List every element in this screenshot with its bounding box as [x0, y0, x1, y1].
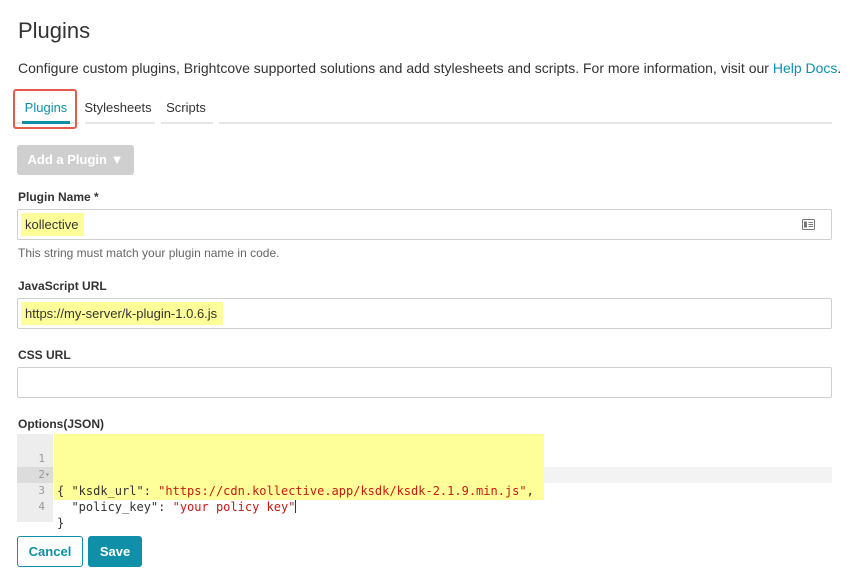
add-plugin-button[interactable]: Add a Plugin ▼	[17, 145, 134, 175]
code-text: }	[57, 516, 65, 530]
description-end: .	[837, 60, 842, 76]
save-button[interactable]: Save	[88, 536, 142, 567]
css-url-label: CSS URL	[18, 348, 71, 362]
line-number: 4	[38, 500, 45, 513]
page-title: Plugins	[18, 18, 91, 43]
tab-scripts[interactable]: Scripts	[161, 94, 211, 124]
code-text: "ksdk_url": "https://cdn.kollective.app/…	[71, 484, 534, 498]
page-description: Configure custom plugins, Brightcove sup…	[18, 60, 841, 76]
plugins-page: Plugins Configure custom plugins, Bright…	[0, 0, 850, 576]
plugin-name-input[interactable]: kollective	[17, 209, 832, 240]
json-key: "ksdk_url"	[71, 484, 144, 498]
code-line-2: 2 "ksdk_url": "https://cdn.kollective.ap…	[17, 451, 533, 498]
javascript-url-label: JavaScript URL	[18, 279, 107, 293]
plugin-name-hint: This string must match your plugin name …	[18, 246, 280, 260]
tab-divider	[213, 122, 219, 124]
description-text: Configure custom plugins, Brightcove sup…	[18, 60, 773, 76]
json-string: "your policy key"	[172, 500, 296, 514]
tab-bar: Plugins Stylesheets Scripts	[16, 94, 832, 124]
help-docs-link[interactable]: Help Docs	[773, 60, 838, 76]
tab-plugins[interactable]: Plugins	[16, 94, 76, 124]
plugin-name-label: Plugin Name *	[18, 190, 99, 204]
options-json-editor[interactable]: 1 ▾ { 2 "ksdk_url": "https://cdn.kollect…	[17, 434, 832, 530]
id-card-icon[interactable]	[802, 219, 815, 230]
options-json-label: Options(JSON)	[18, 417, 104, 431]
code-text: "policy_key": "your policy key"	[71, 500, 297, 514]
json-key: "policy_key"	[71, 500, 159, 514]
code-line-4: 4 }	[17, 483, 64, 530]
code-line-1: 1 ▾ {	[17, 435, 64, 498]
javascript-url-value: https://my-server/k-plugin-1.0.6.js	[21, 302, 224, 325]
plugin-name-value: kollective	[21, 213, 85, 236]
text-cursor	[295, 500, 297, 513]
cancel-button[interactable]: Cancel	[17, 536, 83, 567]
json-string: "https://cdn.kollective.app/ksdk/ksdk-2.…	[158, 484, 527, 498]
tab-stylesheets[interactable]: Stylesheets	[82, 94, 154, 124]
javascript-url-input[interactable]: https://my-server/k-plugin-1.0.6.js	[17, 298, 832, 329]
code-line-3: 3 "policy_key": "your policy key"	[17, 467, 297, 514]
css-url-input[interactable]	[17, 367, 832, 398]
